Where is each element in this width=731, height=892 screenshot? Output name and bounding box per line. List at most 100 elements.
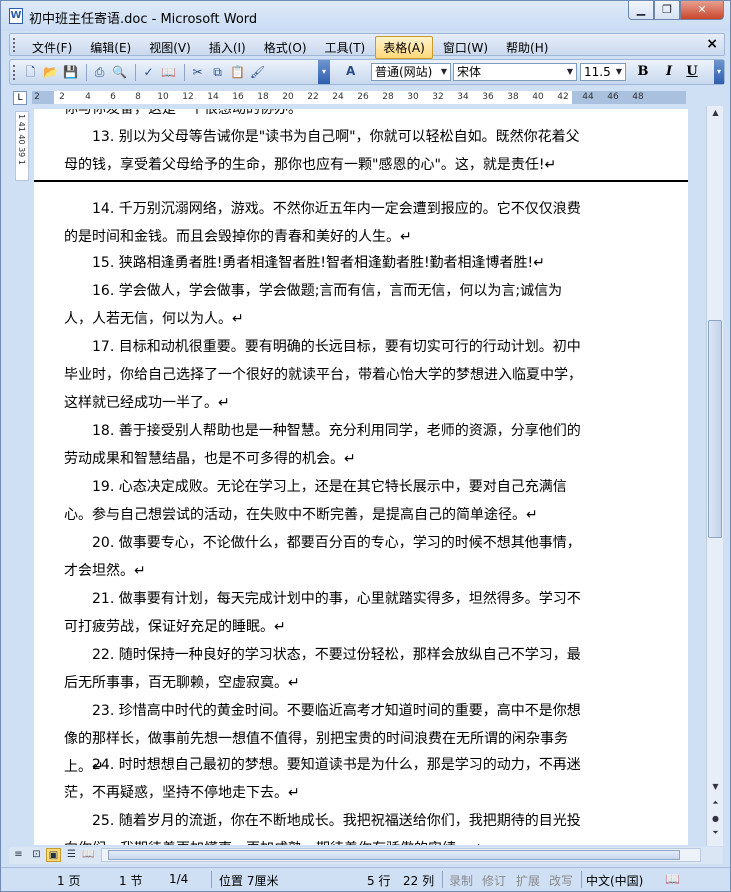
outline-view-icon[interactable]: ☰ xyxy=(64,848,79,862)
style-value: 普通(网站) xyxy=(375,65,433,79)
menu-grip-handle[interactable] xyxy=(13,38,16,52)
toolbar-grip-handle[interactable] xyxy=(13,65,16,80)
vertical-ruler[interactable]: 1 41 40 39 1 xyxy=(15,111,29,181)
print-preview-icon[interactable]: 🔍 xyxy=(111,64,128,81)
paste-icon[interactable]: 📋 xyxy=(229,64,246,81)
spell-check-icon[interactable]: ✓ xyxy=(140,64,157,81)
normal-view-icon[interactable]: ≡ xyxy=(11,848,26,862)
status-ext[interactable]: 扩展 xyxy=(516,872,540,889)
maximize-button[interactable]: ❐ xyxy=(654,1,680,20)
status-position: 位置 7厘米 xyxy=(219,874,279,888)
ruler-tick-label: 36 xyxy=(482,92,494,102)
ruler-tick-label: 14 xyxy=(207,92,219,102)
ruler-tick-label: 6 xyxy=(110,92,116,102)
ruler-area: L 2 2 4 6 8 10 12 14 16 18 20 22 24 26 28 30 32 34 36 38 40 4… xyxy=(1,89,730,106)
ruler-tick-label: 32 xyxy=(432,92,444,102)
tab-selector[interactable]: L xyxy=(13,91,27,105)
print-icon[interactable]: ⎙ xyxy=(91,64,108,81)
vertical-scrollbar[interactable]: ▲ ▼ ⏶ ● ⏷ xyxy=(706,106,723,846)
document-paragraph: 21. 做事要有计划，每天完成计划中的事，心里就踏实得多，坦然得多。学习不可打疲… xyxy=(64,591,581,635)
reading-view-icon[interactable]: 📖 xyxy=(81,848,96,862)
print-layout-icon[interactable]: ▣ xyxy=(46,848,61,862)
ruler-tick-label: 44 xyxy=(582,92,594,102)
horizontal-scrollbar[interactable] xyxy=(101,848,701,862)
close-document-button[interactable]: × xyxy=(706,36,718,52)
status-section: 1 节 xyxy=(119,874,143,888)
open-folder-icon[interactable]: 📂 xyxy=(42,64,59,81)
status-line: 5 行 xyxy=(367,874,391,888)
paragraph-cut: 你与你发奋，这是一个很感动的协办。 xyxy=(64,109,302,117)
next-page-icon[interactable]: ⏷ xyxy=(707,828,724,838)
italic-button[interactable]: I xyxy=(660,63,678,81)
menu-item[interactable]: 窗口(W) xyxy=(435,36,496,59)
close-window-button[interactable]: ✕ xyxy=(680,1,724,20)
underline-button[interactable]: U xyxy=(683,63,701,81)
web-view-icon[interactable]: ⊡ xyxy=(29,848,44,862)
menu-item[interactable]: 工具(T) xyxy=(317,36,374,59)
ruler-tick-label: 18 xyxy=(257,92,269,102)
toolbar-options-button-2[interactable]: ▾ xyxy=(714,60,724,84)
horizontal-scroll-thumb[interactable] xyxy=(108,850,680,860)
horizontal-ruler[interactable]: 2 2 4 6 8 10 12 14 16 18 20 22 24 26 28 30 32 34 36 38 40 42 4… xyxy=(32,91,686,104)
research-icon[interactable]: 📖 xyxy=(160,64,177,81)
menu-items: 文件(F) 编辑(E) 视图(V) 插入(I) 格式(O) 工具(T) 表格(A) 窗口(W)… xyxy=(24,36,558,59)
chevron-down-icon[interactable]: ▼ xyxy=(438,64,450,80)
status-page-of: 1/4 xyxy=(169,872,189,886)
ruler-tick-label: 42 xyxy=(557,92,569,102)
window-controls: ▁ ❐ ✕ xyxy=(628,1,724,21)
ruler-tick-label: 16 xyxy=(232,92,244,102)
page-break-line xyxy=(34,180,688,182)
status-ovr[interactable]: 改写 xyxy=(549,872,573,889)
previous-page-icon[interactable]: ⏶ xyxy=(707,798,724,808)
document-paragraph: 14. 千万别沉溺网络，游戏。不然你近五年内一定会遭到报应的。它不仅仅浪费的是时… xyxy=(64,201,581,245)
cut-icon[interactable]: ✂ xyxy=(189,64,206,81)
new-doc-icon[interactable]: 🗋 xyxy=(22,64,39,81)
document-paragraph: 22. 随时保持一种良好的学习状态，不要过份轻松，那样会放纵自己不学习，最后无所… xyxy=(64,647,581,691)
font-select[interactable]: 宋体 ▼ xyxy=(453,63,577,81)
scroll-up-icon[interactable]: ▲ xyxy=(707,108,724,117)
copy-icon[interactable]: ⧉ xyxy=(209,64,226,81)
word-app-icon[interactable]: W xyxy=(9,8,23,24)
minimize-button[interactable]: ▁ xyxy=(628,1,654,20)
menu-item[interactable]: 视图(V) xyxy=(141,36,199,59)
status-trk[interactable]: 修订 xyxy=(482,872,506,889)
ruler-tick-label: 26 xyxy=(357,92,369,102)
status-language[interactable]: 中文(中国) xyxy=(586,872,643,889)
menu-item[interactable]: 格式(O) xyxy=(256,36,315,59)
chevron-down-icon[interactable]: ▼ xyxy=(613,64,625,80)
scroll-down-icon[interactable]: ▼ xyxy=(707,782,724,791)
font-size-select[interactable]: 11.5 ▼ xyxy=(580,63,626,81)
toolbar-icons: 🗋 📂 💾 ⎙ 🔍 ✓ 📖 ✂ ⧉ 📋 🖌 xyxy=(22,64,269,81)
status-rec[interactable]: 录制 xyxy=(449,872,473,889)
spelling-status-icon[interactable]: 📖 xyxy=(665,872,680,886)
document-paragraph: 16. 学会做人，学会做事，学会做题;言而有信，言而无信，何以为言;诚信为人，人… xyxy=(64,283,563,327)
menu-item[interactable]: 文件(F) xyxy=(24,36,80,59)
document-paragraph: 24. 时时想想自己最初的梦想。要知道读书是为什么，那是学习的动力，不再迷茫，不… xyxy=(64,757,581,801)
save-icon[interactable]: 💾 xyxy=(62,64,79,81)
ruler-tick-label: 34 xyxy=(457,92,469,102)
ruler-tick-label: 30 xyxy=(407,92,419,102)
vertical-scroll-thumb[interactable] xyxy=(708,320,722,538)
document-area[interactable]: 你与你发奋，这是一个很感动的协办。 13. 别以为父母等告诫你是"读书为自己啊"… xyxy=(34,109,688,845)
status-separator xyxy=(442,871,443,888)
horizontal-bar: ≡ ⊡ ▣ ☰ 📖 xyxy=(9,847,723,864)
style-select[interactable]: 普通(网站) ▼ xyxy=(371,63,451,81)
menu-item[interactable]: 帮助(H) xyxy=(498,36,556,59)
title-bar: W 初中班主任寄语.doc - Microsoft Word ▁ ❐ ✕ xyxy=(1,1,730,31)
bold-button[interactable]: B xyxy=(634,63,652,81)
ruler-tick-label: 40 xyxy=(532,92,544,102)
format-painter-icon[interactable]: 🖌 xyxy=(249,64,266,81)
chevron-down-icon[interactable]: ▼ xyxy=(564,64,576,80)
document-paragraph: 17. 目标和动机很重要。要有明确的长远目标，要有切实可行的行动计划。初中毕业时… xyxy=(64,339,582,411)
document-paragraph: 20. 做事要专心，不论做什么，都要百分百的专心，学习的时候不想其他事情，才会坦… xyxy=(64,535,581,579)
status-separator xyxy=(581,871,582,888)
toolbar-options-button[interactable]: ▾ xyxy=(318,60,330,84)
window-title: 初中班主任寄语.doc - Microsoft Word xyxy=(29,12,258,27)
ruler-tick-label: 10 xyxy=(157,92,169,102)
browse-object-icon[interactable]: ● xyxy=(707,814,724,823)
menu-item[interactable]: 表格(A) xyxy=(375,36,433,59)
styles-icon[interactable]: A xyxy=(346,64,355,78)
menu-item[interactable]: 插入(I) xyxy=(201,36,254,59)
document-paragraph: 13. 别以为父母等告诫你是"读书为自己啊"，你就可以轻松自如。既然你花着父母的… xyxy=(64,129,580,173)
menu-item[interactable]: 编辑(E) xyxy=(82,36,139,59)
